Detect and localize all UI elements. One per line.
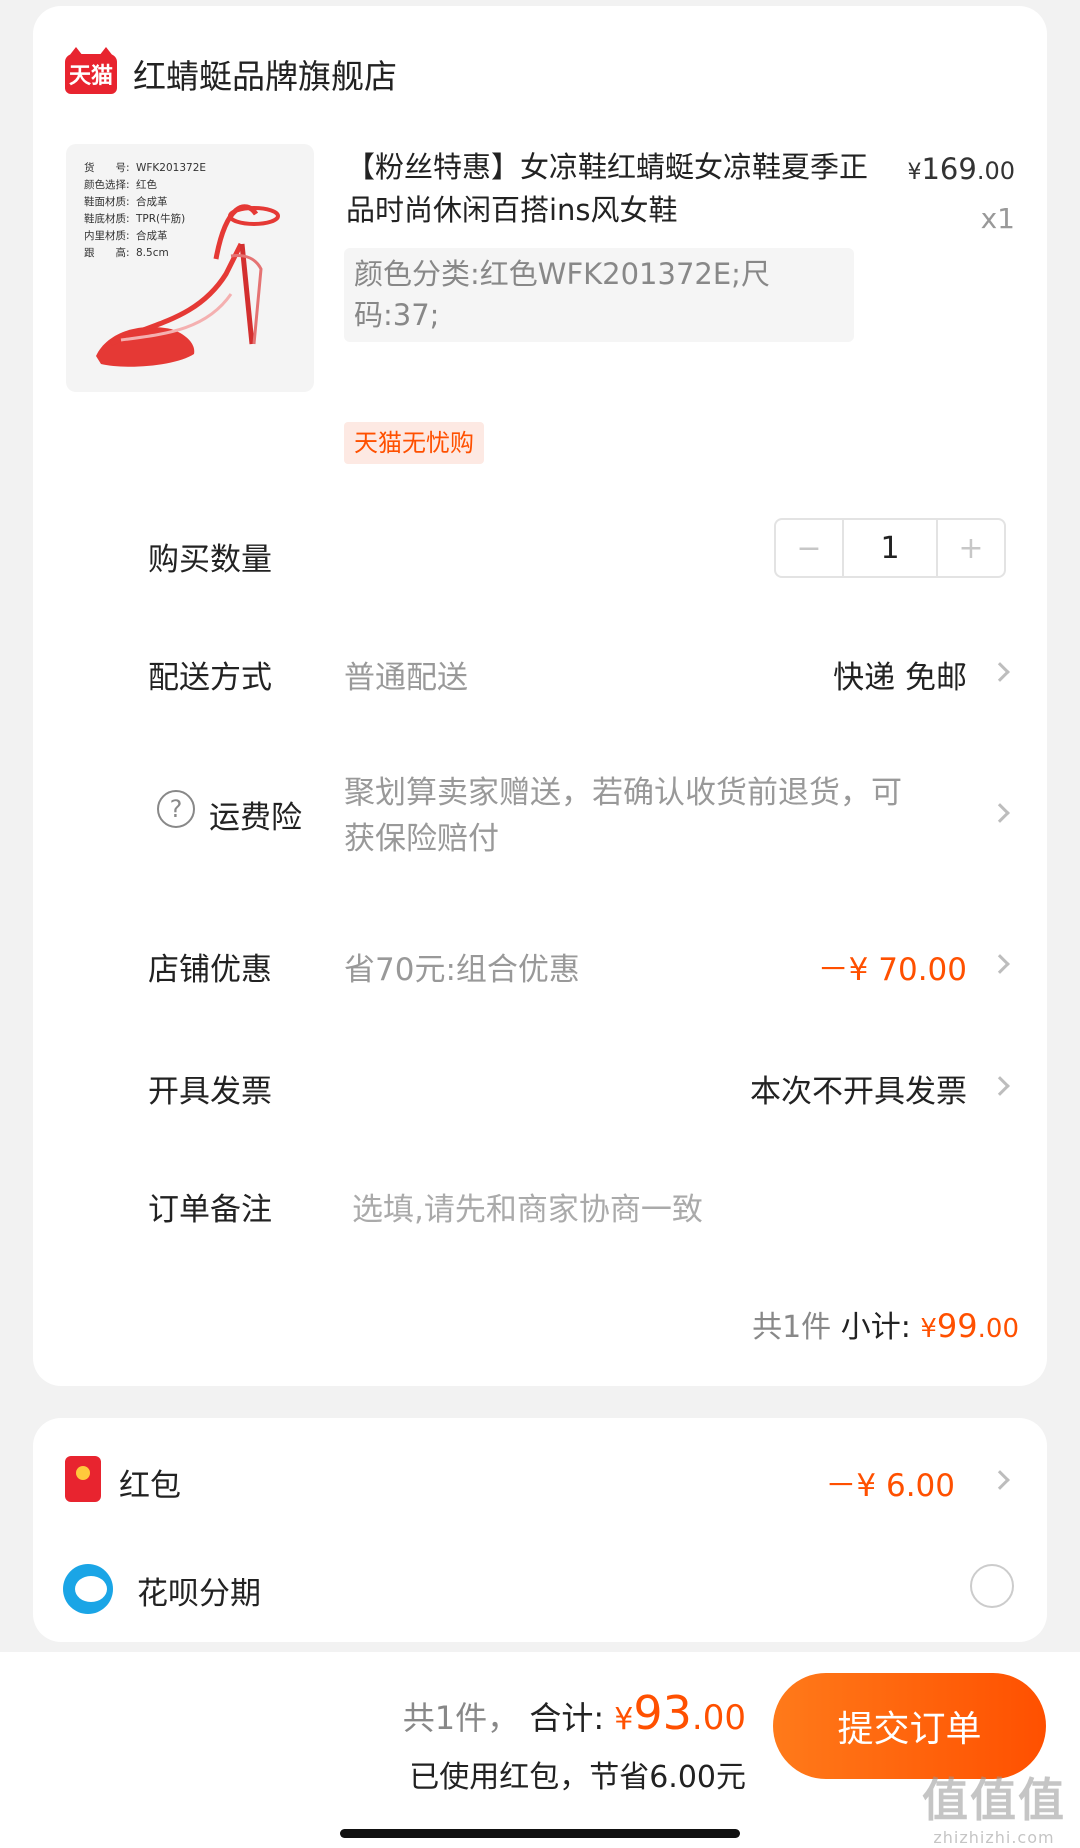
product-image[interactable]: 货 号: WFK201372E 颜色选择: 红色 鞋面材质: 合成革 鞋底材质: TPR(牛筋…: [66, 144, 314, 392]
quantity-label: 购买数量: [148, 542, 272, 578]
subtotal-int: 99: [936, 1307, 978, 1345]
decrease-button[interactable]: −: [776, 520, 842, 576]
price-dec: .00: [976, 157, 1015, 185]
huabei-icon: [63, 1564, 113, 1614]
discount-value: －¥ 70.00: [817, 952, 967, 988]
product-price: ¥169.00: [907, 152, 1015, 186]
order-note-input[interactable]: 选填,请先和商家协商一致: [352, 1184, 703, 1229]
watermark: 值值值 zhizhizhi.com: [922, 1764, 1066, 1847]
order-note-label: 订单备注: [148, 1192, 272, 1228]
total-int: 93: [633, 1686, 692, 1740]
watermark-sub: zhizhizhi.com: [933, 1828, 1055, 1847]
subtotal-dec: .00: [977, 1314, 1019, 1344]
price-int: 169: [921, 152, 977, 186]
huabei-radio[interactable]: [970, 1564, 1014, 1608]
delivery-value: 快递 免邮: [833, 660, 967, 696]
quantity-stepper[interactable]: − 1 +: [774, 518, 1006, 578]
subtotal-currency: ¥: [920, 1314, 937, 1344]
help-icon[interactable]: ?: [157, 790, 195, 828]
huabei-label: 花呗分期: [137, 1576, 261, 1612]
subtotal-label: 小计:: [840, 1310, 911, 1345]
delivery-method: 普通配送: [344, 660, 468, 696]
subtotal: 共1件 小计: ¥99.00: [752, 1302, 1019, 1346]
chevron-right-icon: [990, 803, 1010, 823]
increase-button[interactable]: +: [938, 520, 1004, 576]
discount-label: 店铺优惠: [148, 952, 272, 988]
chevron-right-icon: [990, 954, 1010, 974]
watermark-main: 值值值: [922, 1773, 1066, 1827]
sandal-illustration: [96, 204, 280, 367]
chevron-right-icon: [990, 1076, 1010, 1096]
discount-desc: 省70元:组合优惠: [344, 952, 580, 988]
chevron-right-icon: [990, 1470, 1010, 1490]
saving-note: 已使用红包，节省6.00元: [409, 1760, 746, 1795]
price-currency: ¥: [907, 160, 922, 185]
payment-card: 红包 －¥ 6.00 花呗分期: [33, 1418, 1047, 1642]
insurance-label: 运费险: [209, 800, 302, 836]
red-packet-icon: [65, 1456, 101, 1502]
quantity-value[interactable]: 1: [842, 520, 938, 576]
checkout-bar: 共1件， 合计: ¥93.00 已使用红包，节省6.00元 提交订单 值值值 z…: [0, 1652, 1080, 1848]
subtotal-count: 共1件: [752, 1310, 832, 1345]
total-count: 共1件，: [402, 1699, 520, 1737]
delivery-label: 配送方式: [148, 660, 272, 696]
shop-name[interactable]: 红蜻蜓品牌旗舰店: [133, 50, 397, 98]
redpacket-label: 红包: [119, 1468, 181, 1504]
order-card: 天猫 红蜻蜓品牌旗舰店 货 号: WFK201372E 颜色选择: 红色 鞋面材质: 合成…: [33, 6, 1047, 1386]
product-quantity: x1: [980, 202, 1015, 235]
sku-info[interactable]: 颜色分类:红色WFK201372E;尺码:37;: [344, 248, 854, 342]
redpacket-value: －¥ 6.00: [825, 1468, 955, 1504]
invoice-label: 开具发票: [148, 1074, 272, 1110]
product-title[interactable]: 【粉丝特惠】女凉鞋红蜻蜓女凉鞋夏季正品时尚休闲百搭ins风女鞋: [346, 146, 886, 232]
shop-header[interactable]: 天猫 红蜻蜓品牌旗舰店: [65, 46, 397, 102]
chevron-right-icon: [990, 662, 1010, 682]
total-currency: ¥: [614, 1702, 634, 1737]
invoice-value: 本次不开具发票: [750, 1074, 967, 1110]
tmall-guarantee-badge: 天猫无忧购: [344, 422, 484, 464]
total-label: 合计:: [529, 1699, 605, 1737]
insurance-desc: 聚划算卖家赠送，若确认收货前退货，可获保险赔付: [344, 775, 902, 857]
total-dec: .00: [691, 1698, 746, 1738]
tmall-logo-icon: 天猫: [65, 47, 117, 94]
total-amount: 共1件， 合计: ¥93.00: [403, 1686, 746, 1740]
home-indicator[interactable]: [340, 1829, 740, 1838]
